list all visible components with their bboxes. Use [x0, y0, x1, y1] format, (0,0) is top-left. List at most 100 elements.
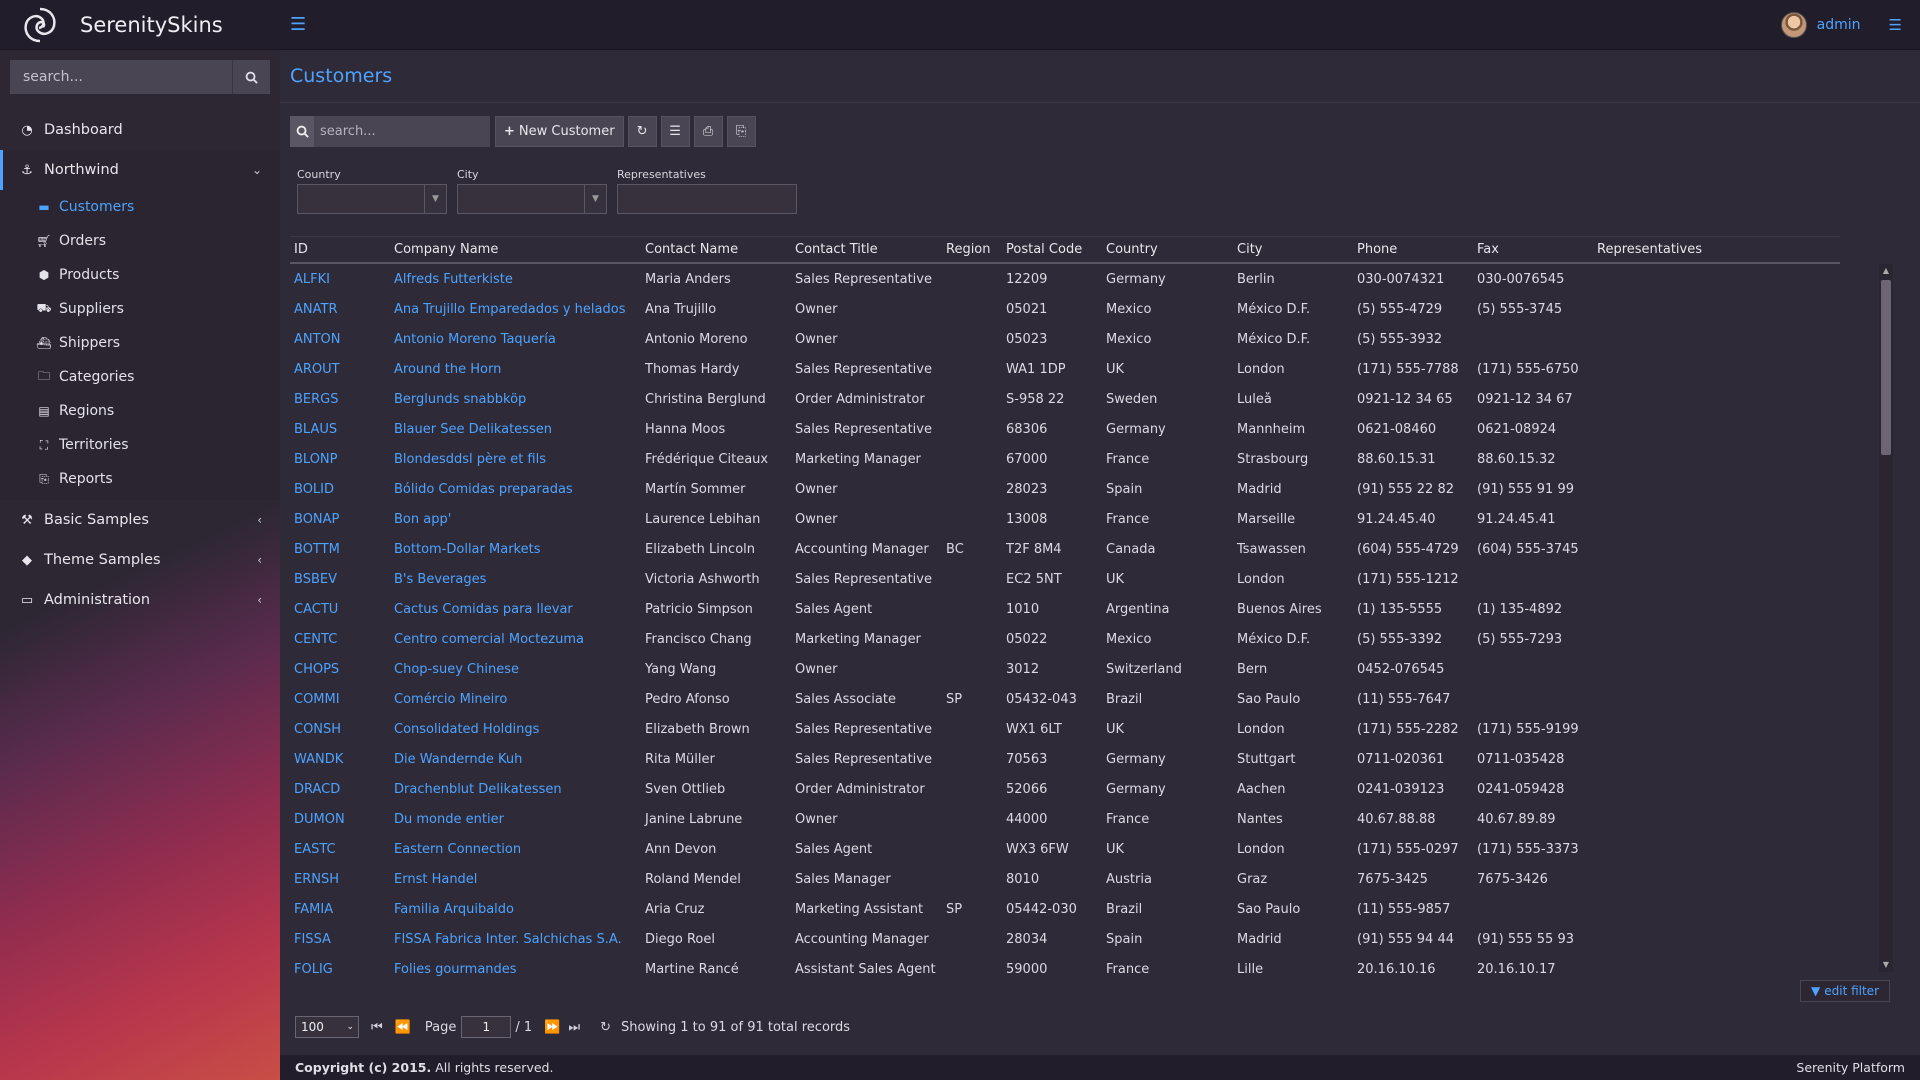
sidebar-toggle-icon[interactable]: ☰ [290, 14, 306, 35]
representatives-input[interactable] [617, 184, 797, 214]
column-picker-button[interactable]: ☰ [660, 116, 690, 147]
cell-id[interactable]: ANTON [290, 332, 390, 347]
sidebar-item-dashboard[interactable]: ◔ Dashboard [0, 110, 280, 150]
cell-id[interactable]: BLONP [290, 452, 390, 467]
sidebar-search-input[interactable] [10, 60, 232, 94]
cell-company-name[interactable]: Chop-suey Chinese [390, 662, 641, 677]
cell-company-name[interactable]: Ana Trujillo Emparedados y helados [390, 302, 641, 317]
column-header-fax[interactable]: Fax [1473, 242, 1593, 257]
table-row[interactable]: WANDK Die Wandernde Kuh Rita Müller Sales R… [290, 744, 1840, 774]
country-select[interactable]: ▼ [297, 184, 447, 214]
table-row[interactable]: DUMON Du monde entier Janine Labrune Owner 4… [290, 804, 1840, 834]
sidebar-item-suppliers[interactable]: ⛟ Suppliers [0, 292, 280, 326]
table-row[interactable]: FAMIA Familia Arquibaldo Aria Cruz Marketin… [290, 894, 1840, 924]
cell-company-name[interactable]: FISSA Fabrica Inter. Salchichas S.A. [390, 932, 641, 947]
sidebar-item-orders[interactable]: 🛒︎ Orders [0, 224, 280, 258]
cell-company-name[interactable]: Around the Horn [390, 362, 641, 377]
table-row[interactable]: CACTU Cactus Comidas para llevar Patricio … [290, 594, 1840, 624]
cell-company-name[interactable]: Die Wandernde Kuh [390, 752, 641, 767]
table-row[interactable]: COMMI Comércio Mineiro Pedro Afonso Sales A… [290, 684, 1840, 714]
table-row[interactable]: EASTC Eastern Connection Ann Devon Sales Ag… [290, 834, 1840, 864]
table-row[interactable]: ANATR Ana Trujillo Emparedados y helados A… [290, 294, 1840, 324]
first-page-icon[interactable]: ⏮ [371, 1020, 383, 1035]
table-row[interactable]: ALFKI Alfreds Futterkiste Maria Anders Sale… [290, 264, 1840, 294]
cell-id[interactable]: BOTTM [290, 542, 390, 557]
grid-scrollbar[interactable]: ▲ ▼ [1879, 264, 1893, 972]
sidebar-item-products[interactable]: ⬢ Products [0, 258, 280, 292]
cell-id[interactable]: CHOPS [290, 662, 390, 677]
cell-id[interactable]: COMMI [290, 692, 390, 707]
table-row[interactable]: FOLIG Folies gourmandes Martine Rancé Assis… [290, 954, 1840, 984]
cell-company-name[interactable]: Blondesddsl père et fils [390, 452, 641, 467]
sidebar-item-categories[interactable]: 🗀︎ Categories [0, 360, 280, 394]
column-header-phone[interactable]: Phone [1353, 242, 1473, 257]
previous-page-icon[interactable]: ⏪ [395, 1020, 411, 1035]
user-menu-link[interactable]: admin [1817, 17, 1861, 33]
table-row[interactable]: BOTTM Bottom-Dollar Markets Elizabeth Linc… [290, 534, 1840, 564]
cell-company-name[interactable]: Du monde entier [390, 812, 641, 827]
cell-id[interactable]: FAMIA [290, 902, 390, 917]
table-row[interactable]: BERGS Berglunds snabbköp Christina Berglun… [290, 384, 1840, 414]
table-row[interactable]: BLONP Blondesddsl père et fils Frédérique … [290, 444, 1840, 474]
page-number-input[interactable]: 1 [461, 1016, 512, 1038]
next-page-icon[interactable]: ⏩ [544, 1020, 560, 1035]
table-row[interactable]: BSBEV B's Beverages Victoria Ashworth Sales… [290, 564, 1840, 594]
column-header-city[interactable]: City [1233, 242, 1353, 257]
cell-id[interactable]: BONAP [290, 512, 390, 527]
cell-id[interactable]: BERGS [290, 392, 390, 407]
cell-id[interactable]: WANDK [290, 752, 390, 767]
cell-company-name[interactable]: Folies gourmandes [390, 962, 641, 977]
table-row[interactable]: ERNSH Ernst Handel Roland Mendel Sales Mana… [290, 864, 1840, 894]
cell-company-name[interactable]: B's Beverages [390, 572, 641, 587]
cell-company-name[interactable]: Centro comercial Moctezuma [390, 632, 641, 647]
table-row[interactable]: BONAP Bon app' Laurence Lebihan Owner 13008 F… [290, 504, 1840, 534]
brand[interactable]: SerenitySkins [0, 5, 280, 45]
sidebar-item-reports[interactable]: ⎘ Reports [0, 462, 280, 496]
table-row[interactable]: ANTON Antonio Moreno Taquería Antonio More… [290, 324, 1840, 354]
sidebar-item-territories[interactable]: ⛶ Territories [0, 428, 280, 462]
cell-id[interactable]: BOLID [290, 482, 390, 497]
table-row[interactable]: CHOPS Chop-suey Chinese Yang Wang Owner 3012… [290, 654, 1840, 684]
sidebar-item-regions[interactable]: ▤ Regions [0, 394, 280, 428]
cell-company-name[interactable]: Bottom-Dollar Markets [390, 542, 641, 557]
table-row[interactable]: BLAUS Blauer See Delikatessen Hanna Moos Sa… [290, 414, 1840, 444]
column-header-company-name[interactable]: Company Name [390, 242, 641, 257]
cell-id[interactable]: FOLIG [290, 962, 390, 977]
table-row[interactable]: CONSH Consolidated Holdings Elizabeth Brow… [290, 714, 1840, 744]
scroll-up-icon[interactable]: ▲ [1879, 264, 1893, 278]
cell-id[interactable]: AROUT [290, 362, 390, 377]
reload-icon[interactable]: ↻ [600, 1020, 611, 1035]
cell-company-name[interactable]: Berglunds snabbköp [390, 392, 641, 407]
cell-id[interactable]: DRACD [290, 782, 390, 797]
cell-company-name[interactable]: Antonio Moreno Taquería [390, 332, 641, 347]
cell-company-name[interactable]: Familia Arquibaldo [390, 902, 641, 917]
sidebar-item-theme-samples[interactable]: ◆ Theme Samples ‹ [0, 540, 280, 580]
cell-id[interactable]: ANATR [290, 302, 390, 317]
cell-id[interactable]: CACTU [290, 602, 390, 617]
table-row[interactable]: AROUT Around the Horn Thomas Hardy Sales Re… [290, 354, 1840, 384]
table-row[interactable]: FISSA FISSA Fabrica Inter. Salchichas S.A… [290, 924, 1840, 954]
cell-id[interactable]: ALFKI [290, 272, 390, 287]
cell-company-name[interactable]: Bólido Comidas preparadas [390, 482, 641, 497]
column-header-country[interactable]: Country [1102, 242, 1233, 257]
cell-company-name[interactable]: Alfreds Futterkiste [390, 272, 641, 287]
last-page-icon[interactable]: ⏭ [568, 1020, 580, 1035]
refresh-button[interactable]: ↻ [627, 116, 657, 147]
table-row[interactable]: BOLID Bólido Comidas preparadas Martín Som… [290, 474, 1840, 504]
cell-company-name[interactable]: Cactus Comidas para llevar [390, 602, 641, 617]
cell-id[interactable]: BLAUS [290, 422, 390, 437]
cell-id[interactable]: DUMON [290, 812, 390, 827]
column-header-contact-name[interactable]: Contact Name [641, 242, 791, 257]
cell-id[interactable]: ERNSH [290, 872, 390, 887]
pdf-export-button[interactable]: ⎘ [726, 116, 756, 147]
table-row[interactable]: CENTC Centro comercial Moctezuma Francisco… [290, 624, 1840, 654]
cell-id[interactable]: EASTC [290, 842, 390, 857]
sidebar-item-northwind[interactable]: ⚓ Northwind ⌄ [0, 150, 280, 190]
excel-export-button[interactable]: ⎙ [693, 116, 723, 147]
table-row[interactable]: DRACD Drachenblut Delikatessen Sven Ottlie… [290, 774, 1840, 804]
cell-id[interactable]: FISSA [290, 932, 390, 947]
settings-sliders-icon[interactable]: ☰ [1889, 16, 1902, 34]
page-size-select[interactable]: 100 ⌄ [295, 1016, 359, 1038]
cell-company-name[interactable]: Comércio Mineiro [390, 692, 641, 707]
sidebar-item-shippers[interactable]: ⛴ Shippers [0, 326, 280, 360]
